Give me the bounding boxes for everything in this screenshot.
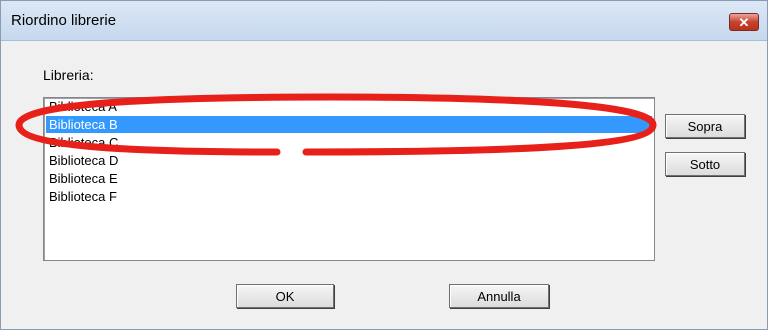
move-down-button[interactable]: Sotto xyxy=(665,152,745,176)
list-item-biblioteca-c[interactable]: Biblioteca C xyxy=(46,134,652,151)
cancel-button[interactable]: Annulla xyxy=(449,284,549,308)
library-list-label: Libreria: xyxy=(43,67,94,83)
title-bar[interactable]: Riordino librerie ✕ xyxy=(1,1,767,41)
close-icon[interactable]: ✕ xyxy=(729,13,759,31)
window-title: Riordino librerie xyxy=(11,12,117,29)
move-up-button[interactable]: Sopra xyxy=(665,114,745,138)
ok-button[interactable]: OK xyxy=(236,284,334,308)
list-item-biblioteca-a[interactable]: Biblioteca A xyxy=(46,98,652,115)
list-item-biblioteca-b[interactable]: Biblioteca B xyxy=(46,116,652,133)
list-item-biblioteca-d[interactable]: Biblioteca D xyxy=(46,152,652,169)
library-listbox[interactable]: Biblioteca A Biblioteca B Biblioteca C B… xyxy=(43,97,655,261)
list-item-biblioteca-f[interactable]: Biblioteca F xyxy=(46,188,652,205)
reorder-libraries-dialog: Riordino librerie ✕ Libreria: Biblioteca… xyxy=(0,0,768,330)
list-item-biblioteca-e[interactable]: Biblioteca E xyxy=(46,170,652,187)
